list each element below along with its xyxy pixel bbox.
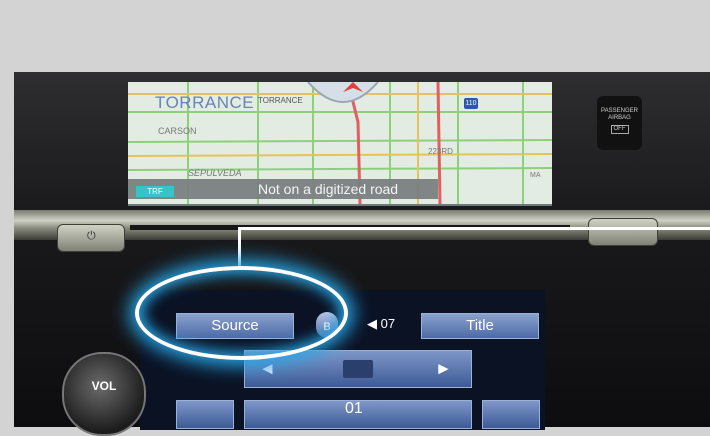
- map-street-label-3: MA: [530, 172, 541, 179]
- volume-knob[interactable]: VOL: [62, 352, 146, 436]
- title-button[interactable]: Title: [421, 313, 539, 339]
- airbag-state: OFF: [610, 125, 629, 134]
- airbag-line2: AIRBAG: [608, 115, 631, 121]
- folder-next-icon[interactable]: ►: [435, 359, 452, 379]
- volume-indicator: ◀ 07: [367, 316, 395, 332]
- skip-back-button[interactable]: [176, 400, 234, 429]
- power-button[interactable]: ⏻: [57, 224, 125, 252]
- highway-shield-icon: 110: [464, 98, 478, 109]
- map-street-label-2: 223RD: [428, 147, 453, 156]
- map-city-label: TORRANCE: [155, 93, 255, 112]
- callout-line-vertical: [238, 227, 241, 269]
- folder-prev-icon[interactable]: ◄: [259, 359, 276, 379]
- track-number: 01: [345, 400, 363, 417]
- map-status-text: Not on a digitized road: [258, 181, 399, 197]
- airbag-line1: PASSENGER: [601, 108, 638, 114]
- volume-level: 07: [380, 316, 396, 331]
- source-highlight-ring: [135, 266, 348, 360]
- passenger-airbag-indicator: PASSENGER AIRBAG OFF: [597, 96, 642, 150]
- folder-icon: [343, 360, 373, 378]
- skip-forward-button[interactable]: [482, 400, 540, 429]
- callout-line: [238, 227, 710, 230]
- map-street-label: SEPULVEDA: [188, 168, 242, 178]
- navigation-map[interactable]: TORRANCE TORRANCE CARSON SEPULVEDA 223RD…: [128, 82, 552, 206]
- volume-knob-label: VOL: [91, 379, 117, 393]
- speaker-icon: ◀: [367, 316, 377, 331]
- power-icon: ⏻: [87, 230, 96, 242]
- eject-button[interactable]: [588, 218, 658, 246]
- map-city-label-small: TORRANCE: [258, 96, 303, 105]
- map-area-label: CARSON: [158, 126, 197, 136]
- track-display: 01: [244, 400, 472, 429]
- traffic-badge: TRF: [136, 186, 174, 197]
